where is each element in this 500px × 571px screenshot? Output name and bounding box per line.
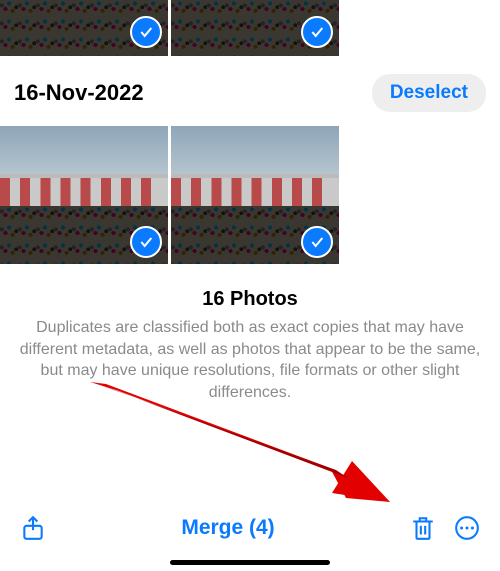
photo-thumbnail[interactable] xyxy=(171,0,339,56)
duplicate-group-row xyxy=(0,126,500,264)
selected-checkmark-icon[interactable] xyxy=(301,226,333,258)
selected-checkmark-icon[interactable] xyxy=(301,16,333,48)
photo-thumbnail[interactable] xyxy=(0,126,168,264)
trash-icon[interactable] xyxy=(408,513,438,543)
photo-thumbnail[interactable] xyxy=(171,126,339,264)
duplicates-screen: 16-Nov-2022 Deselect 16 Photos Duplicate… xyxy=(0,0,500,571)
duplicate-group-row xyxy=(0,0,500,56)
share-icon[interactable] xyxy=(18,513,48,543)
home-indicator xyxy=(170,560,330,565)
deselect-button[interactable]: Deselect xyxy=(372,74,486,112)
selected-checkmark-icon[interactable] xyxy=(130,226,162,258)
summary-block: 16 Photos Duplicates are classified both… xyxy=(0,264,500,413)
bottom-toolbar: Merge (4) xyxy=(0,513,500,543)
group-date: 16-Nov-2022 xyxy=(14,80,144,106)
more-icon[interactable] xyxy=(452,513,482,543)
group-header: 16-Nov-2022 Deselect xyxy=(0,56,500,126)
photo-thumbnail[interactable] xyxy=(0,0,168,56)
summary-body: Duplicates are classified both as exact … xyxy=(10,317,490,403)
selected-checkmark-icon[interactable] xyxy=(130,16,162,48)
summary-title: 16 Photos xyxy=(10,288,490,311)
merge-button[interactable]: Merge (4) xyxy=(181,516,274,540)
